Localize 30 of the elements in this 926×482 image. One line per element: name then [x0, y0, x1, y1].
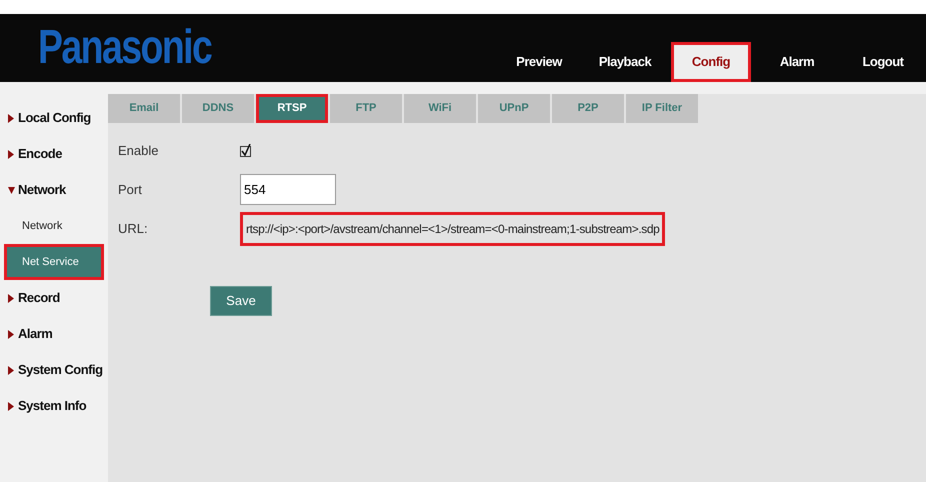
sidebar-item[interactable]: Encode: [8, 136, 104, 172]
field-label: Enable: [118, 142, 160, 160]
tab[interactable]: RTSP: [256, 94, 328, 123]
sidebar-item[interactable]: Record: [8, 280, 104, 316]
caret-right-icon: [8, 150, 15, 158]
logo: Panasonic: [38, 24, 212, 72]
sidebar-subitem[interactable]: Net Service: [4, 244, 104, 280]
sidebar-item[interactable]: Local Config: [8, 100, 104, 136]
nav-tab[interactable]: Preview: [499, 42, 579, 82]
caret-right-icon: [8, 114, 15, 122]
caret-right-icon: [8, 294, 15, 302]
nav-tab[interactable]: Playback: [585, 42, 665, 82]
field-label: URL:: [118, 220, 149, 238]
caret-down-icon: [8, 186, 15, 194]
nav-tab[interactable]: Config: [671, 42, 751, 82]
sidebar-subitem[interactable]: Network: [4, 208, 104, 244]
save-button[interactable]: Save: [210, 286, 272, 316]
port-input-field[interactable]: 554: [240, 174, 336, 205]
field-label: Port: [118, 180, 143, 199]
caret-right-icon: [8, 402, 15, 410]
sidebar-item[interactable]: System Info: [8, 388, 104, 424]
sidebar-item[interactable]: Network: [8, 172, 104, 208]
nav-tab[interactable]: Alarm: [757, 42, 837, 82]
nav-tab[interactable]: Logout: [843, 42, 923, 82]
checkbox[interactable]: [240, 144, 251, 157]
sidebar-item[interactable]: Alarm: [8, 316, 104, 352]
caret-right-icon: [8, 330, 15, 338]
url-text: rtsp://<ip>:<port>/avstream/channel=<1>/stream=<0-mainstream;1-substream>.sdp: [240, 212, 666, 246]
caret-right-icon: [8, 366, 15, 374]
sidebar-item[interactable]: System Config: [8, 352, 104, 388]
